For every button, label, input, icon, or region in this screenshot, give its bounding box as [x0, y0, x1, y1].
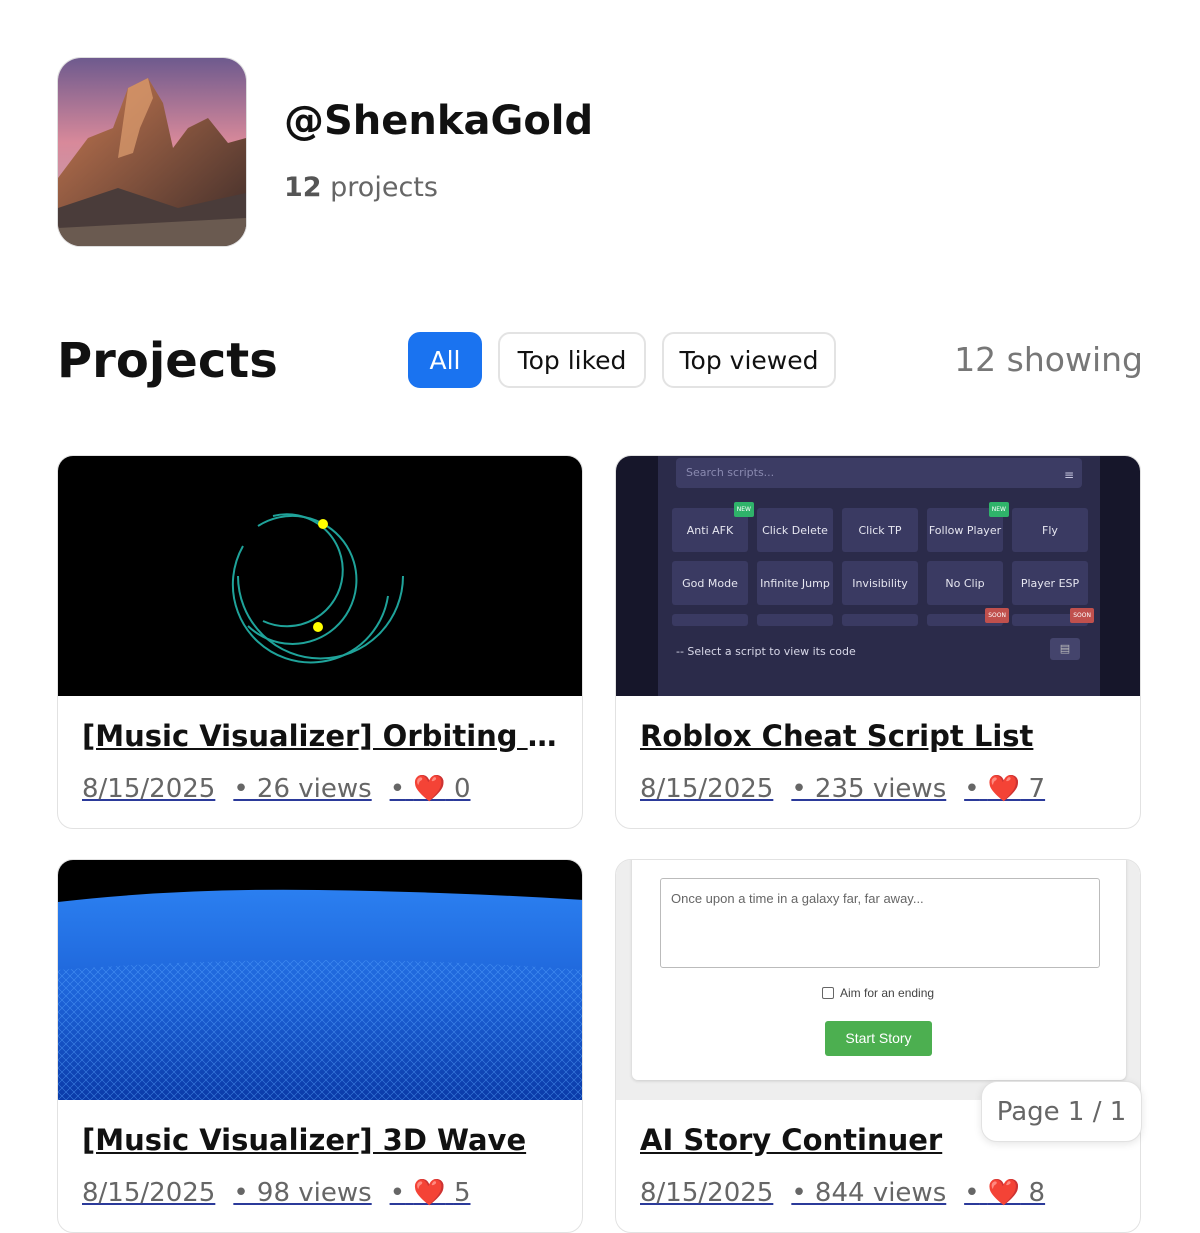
project-meta: 8/15/2025 • 26 views • ❤️ 0	[82, 774, 471, 804]
script-status-text: -- Select a script to view its code	[676, 645, 856, 658]
project-thumbnail[interactable]: Search scripts... ≡ Anti AFK NEW Click De…	[616, 456, 1140, 696]
project-count-number: 12	[284, 172, 322, 203]
likes-separator: •	[389, 1178, 406, 1208]
project-thumbnail[interactable]	[58, 456, 582, 696]
page-indicator: Page 1 / 1	[981, 1081, 1142, 1142]
script-button: Anti AFK NEW	[672, 502, 754, 552]
project-count-label: projects	[321, 172, 438, 203]
project-card[interactable]: [Music Visualizer] Orbiting Circles 8/15…	[57, 455, 583, 829]
avatar	[57, 57, 247, 247]
script-button: Invisibility	[842, 561, 918, 605]
soon-badge: SOON	[985, 608, 1009, 623]
project-views: • 235 views	[791, 774, 947, 804]
likes-count: 8	[1028, 1178, 1046, 1208]
likes-separator: •	[389, 774, 406, 804]
new-badge: NEW	[988, 502, 1009, 517]
project-title-link[interactable]: Roblox Cheat Script List	[640, 719, 1116, 753]
project-date: 8/15/2025	[82, 1178, 216, 1208]
script-button: Click TP	[842, 508, 918, 552]
project-views: • 844 views	[791, 1178, 947, 1208]
project-thumbnail[interactable]: Once upon a time in a galaxy far, far aw…	[616, 860, 1140, 1100]
script-button: Infinite Jump	[757, 561, 833, 605]
script-button: God Mode	[672, 561, 748, 605]
project-meta: 8/15/2025 • 98 views • ❤️ 5	[82, 1178, 471, 1208]
projects-heading: Projects	[57, 333, 278, 389]
project-date: 8/15/2025	[82, 774, 216, 804]
username-handle: @ShenkaGold	[284, 98, 594, 144]
script-button: Follow Player NEW	[927, 502, 1009, 552]
copy-icon: ▤	[1050, 638, 1080, 660]
project-date: 8/15/2025	[640, 774, 774, 804]
likes-count: 7	[1028, 774, 1046, 804]
ending-checkbox: Aim for an ending	[822, 986, 934, 1000]
project-thumbnail[interactable]	[58, 860, 582, 1100]
project-likes: • ❤️ 5	[390, 1178, 471, 1208]
script-button: No Clip	[927, 561, 1003, 605]
script-search-input: Search scripts...	[676, 458, 1082, 488]
showing-count: 12 showing	[954, 340, 1143, 379]
filter-top-liked-button[interactable]: Top liked	[498, 332, 646, 388]
filter-icon: ≡	[1063, 468, 1074, 482]
project-likes: • ❤️ 0	[390, 774, 471, 804]
likes-count: 0	[453, 774, 471, 804]
start-story-button: Start Story	[825, 1021, 932, 1056]
likes-count: 5	[453, 1178, 471, 1208]
project-likes: • ❤️ 7	[964, 774, 1045, 804]
script-button: Click Delete	[757, 508, 833, 552]
project-card[interactable]: [Music Visualizer] 3D Wave 8/15/2025 • 98…	[57, 859, 583, 1233]
project-count: 12 projects	[284, 172, 438, 203]
project-title-link[interactable]: [Music Visualizer] 3D Wave	[82, 1123, 558, 1157]
project-title-link[interactable]: [Music Visualizer] Orbiting Circles	[82, 719, 558, 753]
project-views: • 26 views	[233, 774, 372, 804]
heart-icon: ❤️	[987, 1178, 1021, 1208]
project-meta: 8/15/2025 • 844 views • ❤️ 8	[640, 1178, 1045, 1208]
heart-icon: ❤️	[987, 774, 1021, 804]
project-card[interactable]: Once upon a time in a galaxy far, far aw…	[615, 859, 1141, 1233]
project-likes: • ❤️ 8	[964, 1178, 1045, 1208]
likes-separator: •	[964, 774, 980, 804]
likes-separator: •	[964, 1178, 980, 1208]
new-badge: NEW	[733, 502, 754, 517]
soon-badge: SOON	[1070, 608, 1094, 623]
story-textarea: Once upon a time in a galaxy far, far aw…	[660, 878, 1100, 968]
project-meta: 8/15/2025 • 235 views • ❤️ 7	[640, 774, 1045, 804]
heart-icon: ❤️	[413, 1178, 446, 1208]
filter-all-button[interactable]: All	[408, 332, 482, 388]
project-date: 8/15/2025	[640, 1178, 774, 1208]
script-button: Player ESP	[1012, 561, 1088, 605]
ending-checkbox-label: Aim for an ending	[840, 986, 935, 1000]
project-card[interactable]: Search scripts... ≡ Anti AFK NEW Click De…	[615, 455, 1141, 829]
filter-top-viewed-button[interactable]: Top viewed	[662, 332, 836, 388]
script-button: Fly	[1012, 508, 1088, 552]
project-views: • 98 views	[233, 1178, 372, 1208]
heart-icon: ❤️	[413, 774, 446, 804]
